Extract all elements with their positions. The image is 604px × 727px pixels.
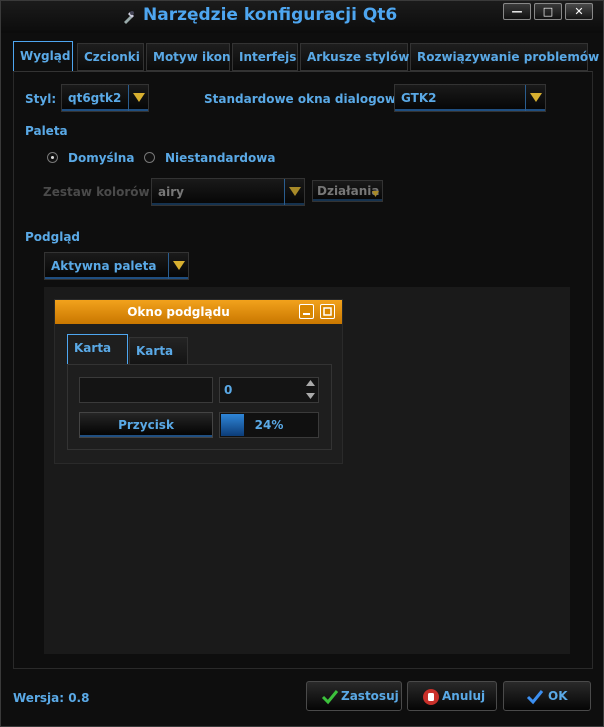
window-title: Narzędzie konfiguracji Qt6 <box>143 5 398 25</box>
actions-button[interactable]: Działania <box>312 180 383 202</box>
color-scheme-value: airy <box>158 185 184 199</box>
minimize-button[interactable]: — <box>503 3 531 20</box>
palette-default-label[interactable]: Domyślna <box>68 151 134 165</box>
dialogs-combo[interactable]: GTK2 <box>394 84 546 112</box>
maximize-button[interactable]: □ <box>534 3 562 20</box>
maximize-icon <box>323 307 332 316</box>
preview-palette-value: Aktywna paleta <box>51 259 157 273</box>
app-icon <box>124 11 134 24</box>
chevron-down-icon <box>128 85 148 111</box>
color-scheme-label: Zestaw kolorów: <box>43 185 155 199</box>
progress-text: 24% <box>254 418 284 432</box>
chevron-down-icon <box>284 179 304 205</box>
preview-spinbox-value: 0 <box>224 383 233 397</box>
tab-interface[interactable]: Interfejs <box>232 43 298 71</box>
preview-spinbox[interactable]: 0 <box>219 377 319 403</box>
preview-minimize-button[interactable] <box>299 304 314 319</box>
preview-maximize-button[interactable] <box>320 304 335 319</box>
style-combo-value: qt6gtk2 <box>68 91 122 105</box>
check-icon <box>526 690 544 705</box>
preview-tab-2[interactable]: Karta 2 <box>129 337 188 384</box>
tab-icon-theme[interactable]: Motyw ikon <box>146 43 231 71</box>
preview-tab-1[interactable]: Karta 1 <box>67 334 128 381</box>
spin-up-icon[interactable] <box>306 380 315 386</box>
preview-text-field[interactable] <box>79 377 213 403</box>
style-combo[interactable]: qt6gtk2 <box>61 84 149 112</box>
dialogs-combo-value: GTK2 <box>401 91 437 105</box>
chevron-down-icon <box>525 85 545 111</box>
chevron-down-icon <box>372 191 379 197</box>
check-icon <box>321 690 339 705</box>
preview-button[interactable]: Przycisk <box>79 412 213 438</box>
version-label: Wersja: 0.8 <box>13 691 90 705</box>
spin-down-icon[interactable] <box>306 393 315 399</box>
tab-stylesheets[interactable]: Arkusze stylów <box>300 43 409 71</box>
minimize-icon <box>303 313 310 315</box>
config-window: Narzędzie konfiguracji Qt6 — □ ✕ Wygląd … <box>0 0 604 727</box>
preview-palette-combo[interactable]: Aktywna paleta <box>44 252 189 280</box>
palette-custom-label[interactable]: Niestandardowa <box>165 151 275 165</box>
palette-heading: Paleta <box>25 124 68 138</box>
style-label: Styl: <box>25 92 57 106</box>
stop-hand-icon <box>423 689 439 705</box>
cancel-button[interactable]: Anuluj <box>407 681 497 711</box>
tab-fonts[interactable]: Czcionki <box>77 43 144 71</box>
preview-heading: Podgląd <box>25 230 81 244</box>
title-bar[interactable]: Narzędzie konfiguracji Qt6 — □ ✕ <box>1 1 603 33</box>
ok-button[interactable]: OK <box>503 681 591 711</box>
chevron-down-icon <box>168 253 188 279</box>
palette-default-radio[interactable] <box>47 152 58 163</box>
ok-label: OK <box>548 689 568 703</box>
palette-custom-radio[interactable] <box>144 152 155 163</box>
apply-button[interactable]: Zastosuj <box>306 681 402 711</box>
apply-label: Zastosuj <box>341 689 399 703</box>
close-button[interactable]: ✕ <box>565 3 593 20</box>
dialogs-label: Standardowe okna dialogowe: <box>204 92 409 106</box>
tab-troubleshooting[interactable]: Rozwiązywanie problemów <box>410 43 599 71</box>
color-scheme-combo[interactable]: airy <box>151 178 305 206</box>
tab-appearance[interactable]: Wygląd <box>13 41 73 72</box>
cancel-label: Anuluj <box>442 689 486 703</box>
actions-label: Działania <box>317 184 380 198</box>
preview-progress-bar: 24% <box>219 412 319 438</box>
